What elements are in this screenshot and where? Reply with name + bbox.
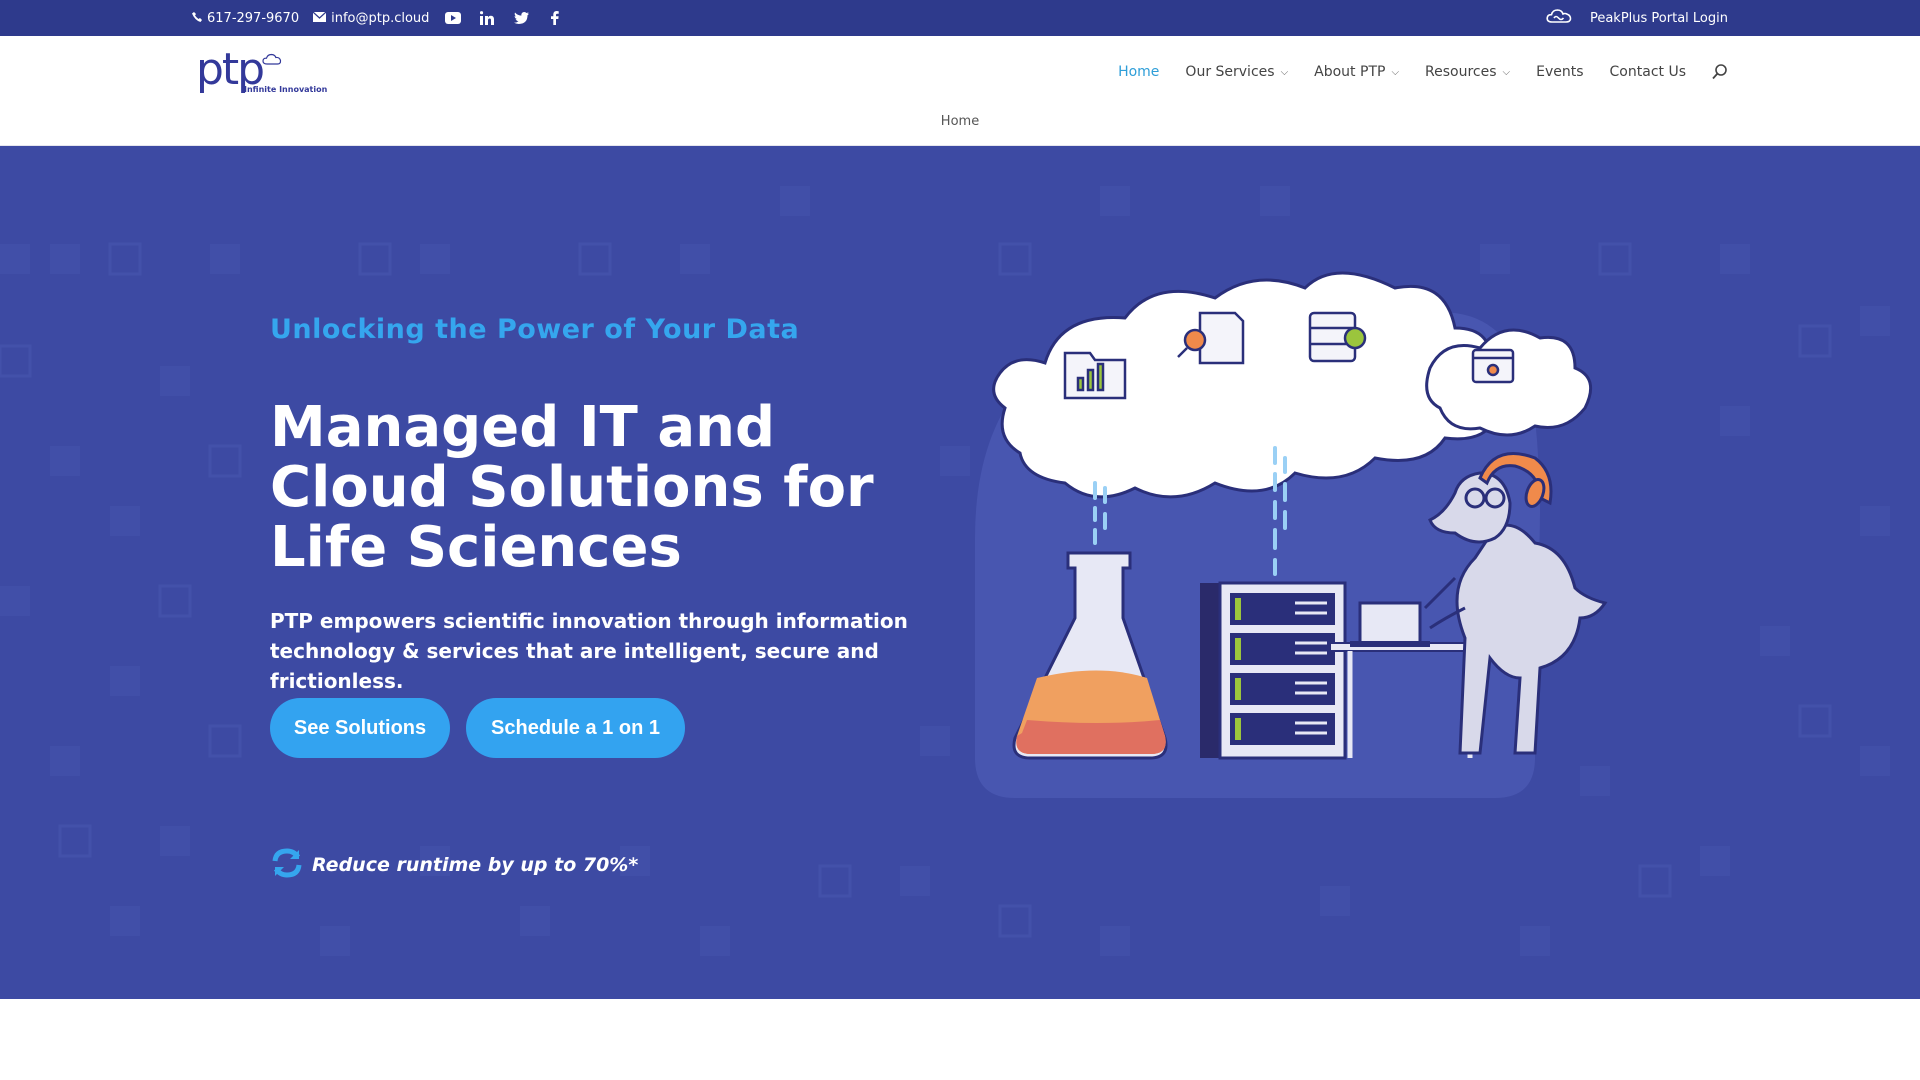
top-bar-right: PeakPlus Portal Login bbox=[1546, 0, 1728, 36]
nav-home-label: Home bbox=[1118, 64, 1160, 80]
hero-eyebrow: Unlocking the Power of Your Data bbox=[270, 314, 800, 345]
nav-contact-us-label: Contact Us bbox=[1609, 64, 1686, 80]
nav-resources-label: Resources bbox=[1425, 64, 1497, 80]
nav-our-services-label: Our Services bbox=[1185, 64, 1275, 80]
logo-cloud-icon bbox=[262, 50, 282, 69]
nav-resources[interactable]: Resources ⌵ bbox=[1425, 64, 1510, 80]
chevron-down-icon: ⌵ bbox=[1502, 66, 1511, 78]
hero-headline: Managed IT and Cloud Solutions for Life … bbox=[270, 395, 874, 580]
linkedin-icon[interactable] bbox=[477, 8, 497, 28]
logo-tagline: Infinite Innovation bbox=[244, 85, 328, 94]
chevron-down-icon: ⌵ bbox=[1391, 66, 1400, 78]
phone-link[interactable]: 617-297-9670 bbox=[192, 11, 299, 26]
refresh-icon bbox=[270, 846, 304, 884]
search-icon[interactable] bbox=[1712, 64, 1728, 80]
twitter-icon[interactable] bbox=[511, 8, 531, 28]
hero-description: PTP empowers scientific innovation throu… bbox=[270, 609, 908, 693]
top-bar: 617-297-9670 info@ptp.cloud PeakPlus Por… bbox=[0, 0, 1920, 36]
site-header: ptp Infinite Innovation Home Our Service… bbox=[0, 36, 1920, 146]
breadcrumb[interactable]: Home bbox=[0, 114, 1920, 129]
envelope-icon bbox=[312, 11, 327, 26]
nav-about-ptp-label: About PTP bbox=[1314, 64, 1386, 80]
runtime-stat-text: Reduce runtime by up to 70%* bbox=[312, 854, 639, 876]
top-bar-left: 617-297-9670 info@ptp.cloud bbox=[192, 0, 565, 36]
nav-events[interactable]: Events bbox=[1536, 64, 1583, 80]
runtime-stat: Reduce runtime by up to 70%* bbox=[270, 848, 638, 882]
phone-icon bbox=[192, 11, 202, 26]
portal-login-link[interactable]: PeakPlus Portal Login bbox=[1590, 11, 1728, 26]
see-solutions-button[interactable]: See Solutions bbox=[270, 698, 450, 758]
youtube-icon[interactable] bbox=[443, 8, 463, 28]
chevron-down-icon: ⌵ bbox=[1280, 66, 1289, 78]
nav-about-ptp[interactable]: About PTP ⌵ bbox=[1314, 64, 1399, 80]
nav-contact-us[interactable]: Contact Us bbox=[1610, 64, 1686, 80]
phone-number: 617-297-9670 bbox=[207, 10, 300, 26]
nav-events-label: Events bbox=[1536, 64, 1584, 80]
nav-home[interactable]: Home bbox=[1118, 64, 1159, 80]
hero-illustration bbox=[975, 271, 1608, 798]
nav-our-services[interactable]: Our Services ⌵ bbox=[1185, 64, 1288, 80]
facebook-icon[interactable] bbox=[545, 8, 565, 28]
hero-section: Unlocking the Power of Your Data Managed… bbox=[0, 146, 1920, 999]
ptp-logo[interactable]: ptp Infinite Innovation bbox=[196, 48, 327, 98]
schedule-meeting-button[interactable]: Schedule a 1 on 1 bbox=[466, 698, 685, 758]
portal-cloud-icon bbox=[1546, 8, 1572, 28]
main-nav: Home Our Services ⌵ About PTP ⌵ Resources ⌵… bbox=[1118, 54, 1728, 90]
email-address: info@ptp.cloud bbox=[331, 10, 430, 26]
email-link[interactable]: info@ptp.cloud bbox=[312, 10, 430, 26]
